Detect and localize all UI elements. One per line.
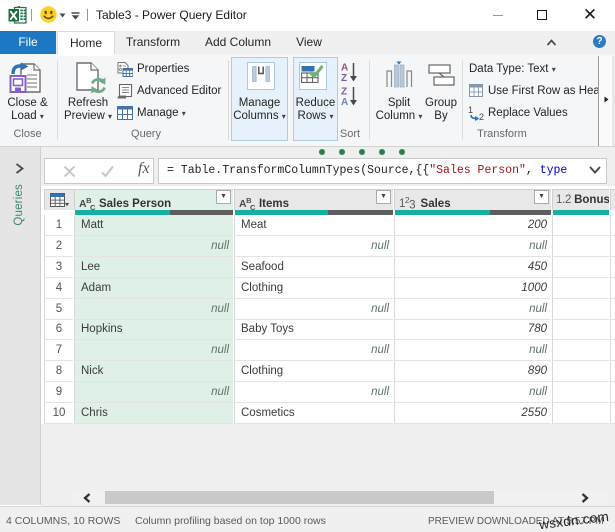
svg-text:2: 2 [479, 112, 484, 121]
svg-text:A: A [341, 63, 348, 74]
svg-text:Z: Z [341, 73, 347, 82]
svg-text:A: A [341, 97, 348, 106]
svg-text:1: 1 [468, 105, 473, 115]
svg-text:Z: Z [341, 87, 347, 98]
